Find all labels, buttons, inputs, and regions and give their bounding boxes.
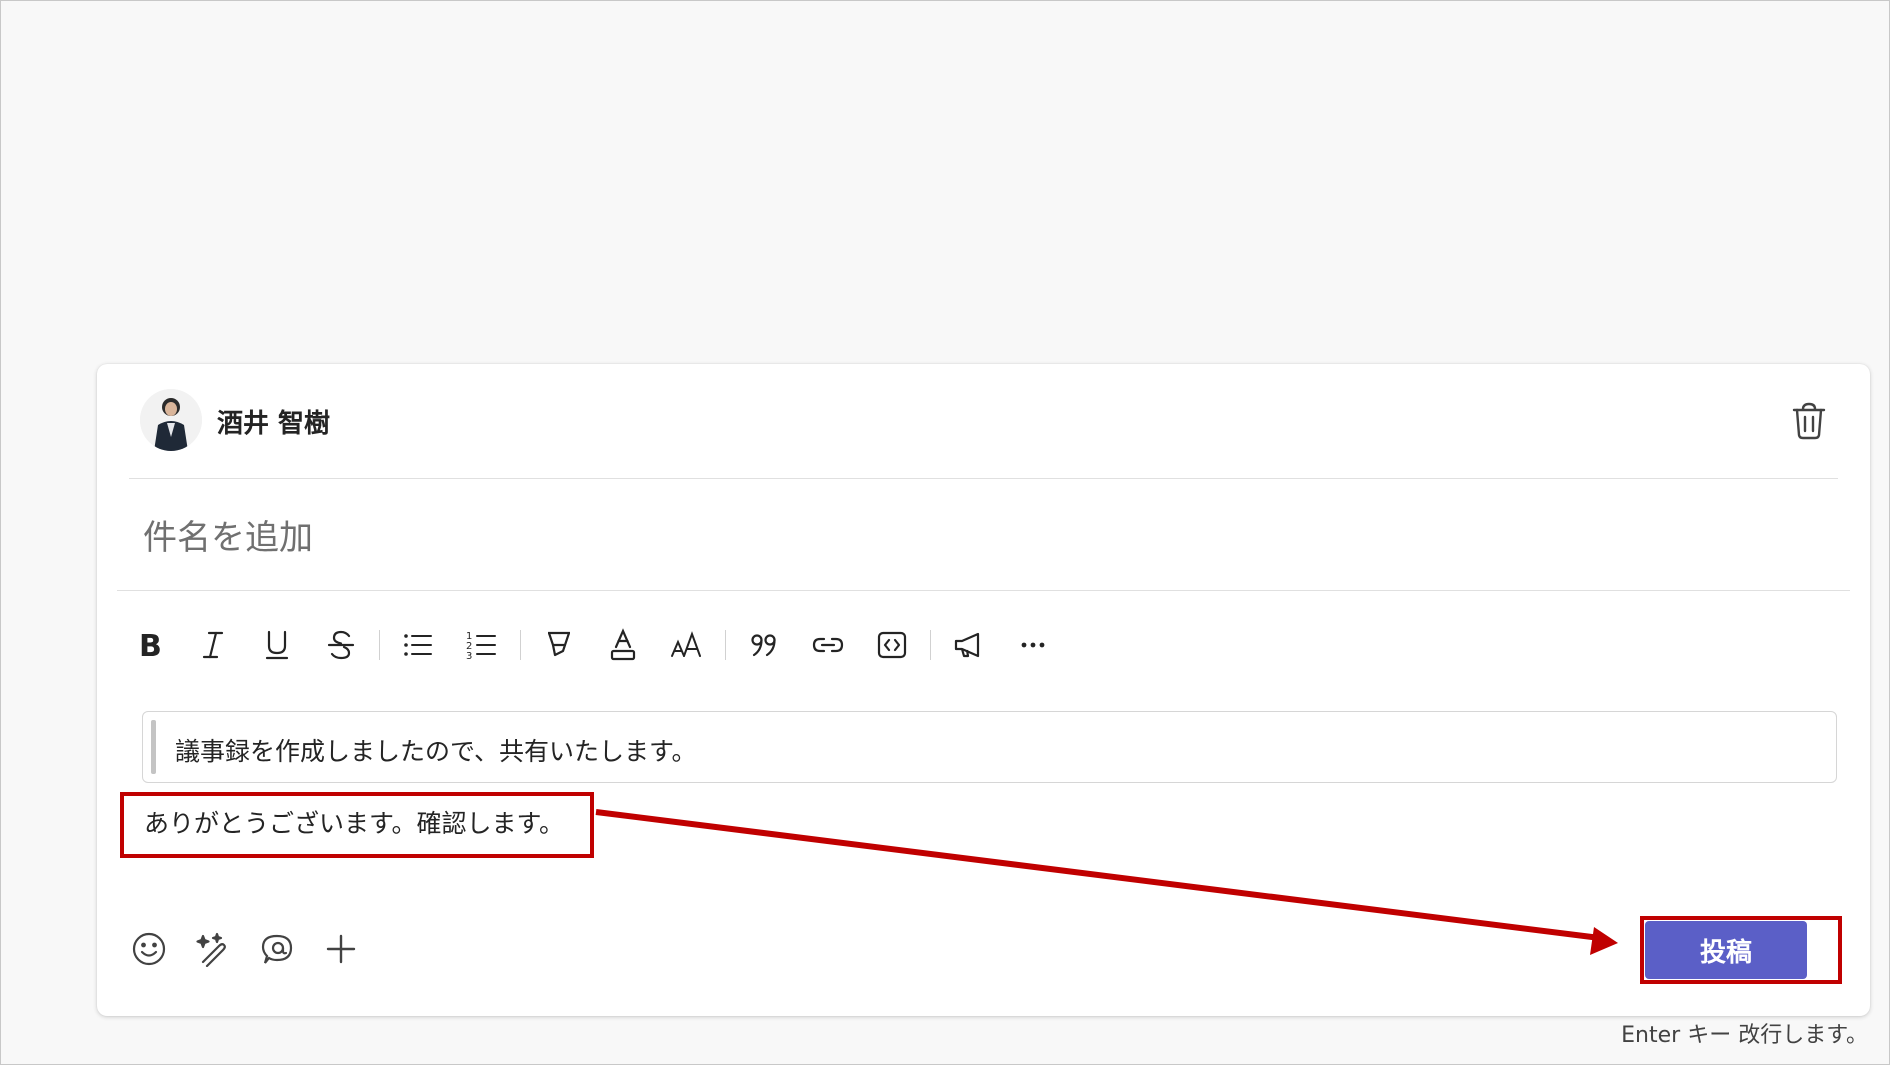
author-name: 酒井 智樹 [217, 409, 331, 439]
font-color-icon[interactable] [591, 620, 655, 670]
code-icon[interactable] [860, 620, 924, 670]
compose-actions [117, 924, 373, 974]
subject-divider [117, 590, 1850, 591]
link-icon[interactable] [796, 620, 860, 670]
message-body[interactable]: ありがとうございます。確認します。 [144, 804, 564, 840]
subject-input[interactable] [141, 512, 1745, 564]
post-composer: 酒井 智樹 B 123 [97, 364, 1870, 1016]
composer-header: 酒井 智樹 [129, 389, 1838, 457]
numbered-list-icon[interactable]: 123 [450, 620, 514, 670]
quoted-message: 議事録を作成しましたので、共有いたします。 [142, 711, 1837, 783]
more-icon[interactable] [1001, 620, 1065, 670]
quote-icon[interactable] [732, 620, 796, 670]
underline-icon[interactable] [245, 620, 309, 670]
quoted-text: 議事録を作成しましたので、共有いたします。 [175, 737, 697, 766]
avatar [140, 389, 202, 451]
quote-bar [151, 720, 156, 774]
copilot-icon[interactable] [181, 924, 245, 974]
bullet-list-icon[interactable] [386, 620, 450, 670]
emoji-icon[interactable] [117, 924, 181, 974]
font-size-icon[interactable] [655, 620, 719, 670]
add-icon[interactable] [309, 924, 373, 974]
svg-text:3: 3 [466, 651, 472, 662]
header-divider [129, 478, 1838, 479]
strikethrough-icon[interactable] [309, 620, 373, 670]
toolbar-separator [520, 630, 521, 660]
highlight-icon[interactable] [527, 620, 591, 670]
toolbar-separator [725, 630, 726, 660]
enter-key-hint: Enter キー 改行します。 [1621, 1023, 1868, 1048]
format-toolbar: B 123 [117, 620, 1065, 670]
bold-icon[interactable]: B [117, 620, 181, 670]
delete-icon[interactable] [1790, 401, 1828, 441]
italic-icon[interactable] [181, 620, 245, 670]
toolbar-separator [930, 630, 931, 660]
post-button[interactable]: 投稿 [1645, 921, 1807, 979]
announcement-icon[interactable] [937, 620, 1001, 670]
toolbar-separator [379, 630, 380, 660]
svg-text:B: B [139, 629, 162, 662]
loop-icon[interactable] [245, 924, 309, 974]
